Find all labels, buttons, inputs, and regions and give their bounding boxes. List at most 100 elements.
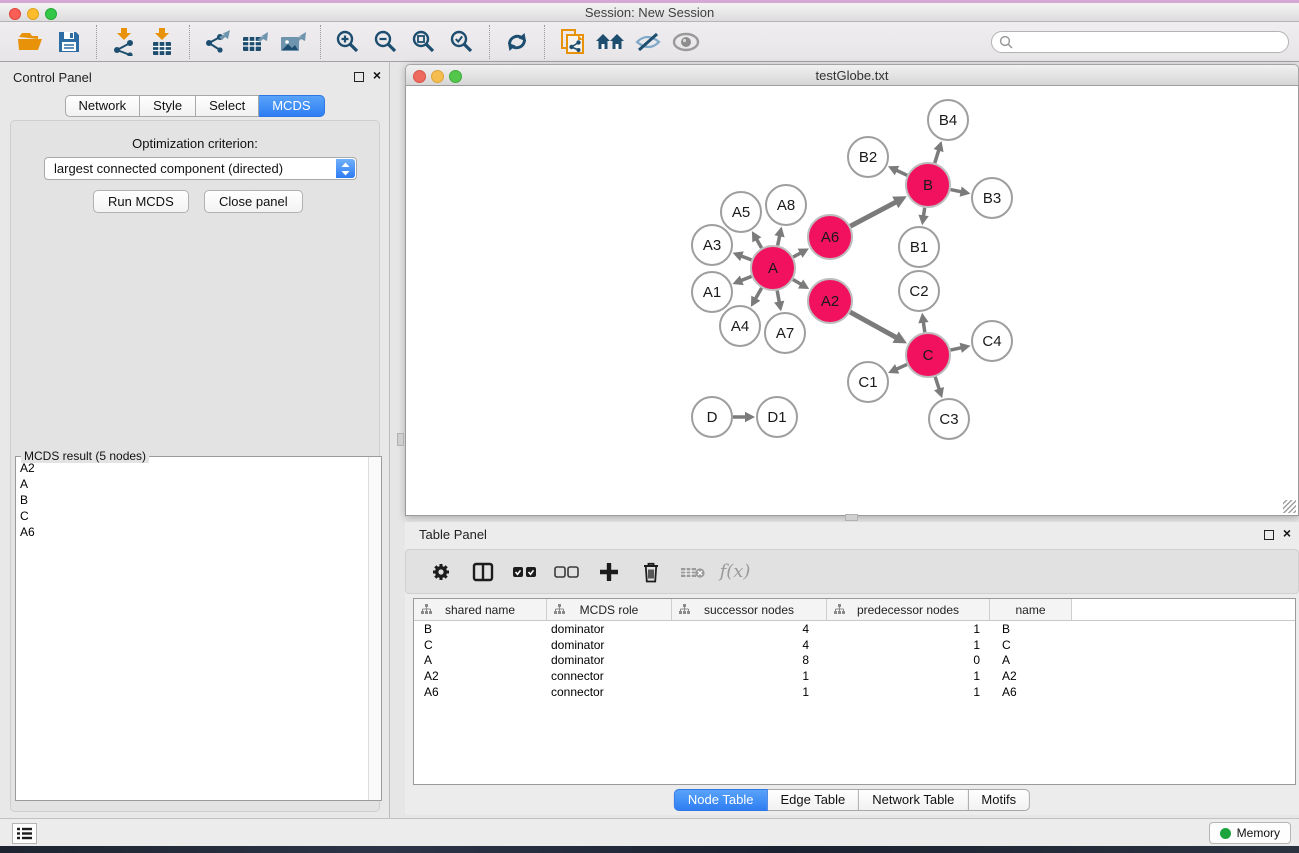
refresh-layout-button[interactable]: [498, 25, 536, 59]
result-item[interactable]: B: [16, 492, 367, 508]
arrowhead-icon: [934, 141, 944, 152]
column-header-successor-nodes[interactable]: successor nodes: [672, 599, 827, 620]
table-row[interactable]: Adominator80A: [414, 653, 1295, 669]
table-row[interactable]: Bdominator41B: [414, 621, 1295, 637]
table-cell[interactable]: A: [414, 653, 547, 667]
table-cell[interactable]: 1: [827, 669, 990, 683]
tab-node-table[interactable]: Node Table: [674, 789, 768, 811]
export-network-button[interactable]: [198, 25, 236, 59]
table-settings-button[interactable]: [424, 555, 458, 589]
resize-grip[interactable]: [1283, 500, 1296, 513]
gear-icon: [431, 562, 451, 582]
float-table-panel-icon[interactable]: [1264, 530, 1274, 540]
column-header-name[interactable]: name: [990, 599, 1072, 620]
delete-column-button[interactable]: [634, 555, 668, 589]
table-cell[interactable]: connector: [547, 685, 672, 699]
arrowhead-icon: [774, 301, 784, 312]
table-cell[interactable]: B: [414, 622, 547, 636]
network-document-button[interactable]: [553, 25, 591, 59]
table-cell[interactable]: 4: [672, 638, 827, 652]
application-window: Session: New Session: [0, 0, 1299, 853]
result-scrollbar[interactable]: [368, 457, 381, 800]
table-cell[interactable]: 4: [672, 622, 827, 636]
close-panel-icon[interactable]: ×: [373, 68, 381, 82]
tab-style[interactable]: Style: [140, 95, 196, 117]
table-cell[interactable]: dominator: [547, 638, 672, 652]
select-all-button[interactable]: [508, 555, 542, 589]
tab-motifs[interactable]: Motifs: [968, 789, 1030, 811]
delete-table-button[interactable]: [676, 555, 710, 589]
table-row[interactable]: A2connector11A2: [414, 668, 1295, 684]
node-label-A8: A8: [777, 197, 795, 214]
table-cell[interactable]: A6: [990, 685, 1072, 699]
import-table-button[interactable]: [143, 25, 181, 59]
zoom-fit-button[interactable]: [405, 25, 443, 59]
save-session-button[interactable]: [50, 25, 88, 59]
table-cell[interactable]: dominator: [547, 653, 672, 667]
run-mcds-button[interactable]: Run MCDS: [93, 190, 189, 213]
network-vertical-scrollbar[interactable]: [397, 433, 404, 446]
table-cell[interactable]: A2: [990, 669, 1072, 683]
float-panel-icon[interactable]: [354, 72, 364, 82]
table-cell[interactable]: 8: [672, 653, 827, 667]
network-view-window: testGlobe.txt AA6A2BCA1A3A4A5A7A8B1B2B3B…: [405, 64, 1299, 516]
zoom-out-button[interactable]: [367, 25, 405, 59]
function-builder-button[interactable]: f(x): [718, 555, 752, 589]
hide-elements-button[interactable]: [629, 25, 667, 59]
table-cell[interactable]: A: [990, 653, 1072, 667]
table-cell[interactable]: 0: [827, 653, 990, 667]
tab-mcds[interactable]: MCDS: [259, 95, 324, 117]
result-item[interactable]: A2: [16, 460, 367, 476]
table-cell[interactable]: 1: [827, 685, 990, 699]
column-header-predecessor-nodes[interactable]: predecessor nodes: [827, 599, 990, 620]
refresh-icon: [504, 29, 530, 55]
show-elements-button[interactable]: [667, 25, 705, 59]
network-canvas[interactable]: AA6A2BCA1A3A4A5A7A8B1B2B3B4C1C2C3C4DD1: [405, 86, 1299, 516]
open-session-button[interactable]: [12, 25, 50, 59]
arrowhead-icon: [960, 187, 971, 197]
zoom-selected-button[interactable]: [443, 25, 481, 59]
deselect-all-button[interactable]: [550, 555, 584, 589]
table-cell[interactable]: B: [990, 622, 1072, 636]
node-label-C: C: [923, 347, 934, 364]
close-table-panel-icon[interactable]: ×: [1283, 526, 1291, 540]
tab-network[interactable]: Network: [64, 95, 140, 117]
table-cell[interactable]: A2: [414, 669, 547, 683]
table-cell[interactable]: connector: [547, 669, 672, 683]
table-cell[interactable]: 1: [827, 638, 990, 652]
result-item[interactable]: A6: [16, 524, 367, 540]
export-network-icon: [203, 29, 231, 55]
show-columns-button[interactable]: [466, 555, 500, 589]
table-row[interactable]: A6connector11A6: [414, 684, 1295, 700]
control-panel-tabs: NetworkStyleSelectMCDS: [64, 95, 324, 117]
home-button[interactable]: [591, 25, 629, 59]
checked-boxes-icon: [512, 566, 538, 578]
table-cell[interactable]: 1: [827, 622, 990, 636]
close-panel-button[interactable]: Close panel: [204, 190, 303, 213]
table-cell[interactable]: dominator: [547, 622, 672, 636]
column-header-shared-name[interactable]: shared name: [414, 599, 547, 620]
export-table-button[interactable]: [236, 25, 274, 59]
zoom-in-button[interactable]: [329, 25, 367, 59]
criterion-select[interactable]: largest connected component (directed): [44, 157, 357, 180]
table-cell[interactable]: A6: [414, 685, 547, 699]
add-column-button[interactable]: [592, 555, 626, 589]
tab-network-table[interactable]: Network Table: [859, 789, 968, 811]
table-cell[interactable]: C: [990, 638, 1072, 652]
export-image-button[interactable]: [274, 25, 312, 59]
column-header-MCDS-role[interactable]: MCDS role: [547, 599, 672, 620]
result-item[interactable]: C: [16, 508, 367, 524]
table-cell[interactable]: 1: [672, 685, 827, 699]
table-cell[interactable]: 1: [672, 669, 827, 683]
import-network-button[interactable]: [105, 25, 143, 59]
task-history-button[interactable]: [12, 823, 37, 844]
table-cell[interactable]: C: [414, 638, 547, 652]
table-row[interactable]: Cdominator41C: [414, 637, 1295, 653]
result-item[interactable]: A: [16, 476, 367, 492]
tab-edge-table[interactable]: Edge Table: [767, 789, 859, 811]
memory-button[interactable]: Memory: [1209, 822, 1291, 844]
search-input[interactable]: [991, 31, 1289, 53]
network-window-titlebar[interactable]: testGlobe.txt: [405, 64, 1299, 86]
tab-select[interactable]: Select: [196, 95, 259, 117]
network-horizontal-scrollbar[interactable]: [845, 514, 858, 521]
